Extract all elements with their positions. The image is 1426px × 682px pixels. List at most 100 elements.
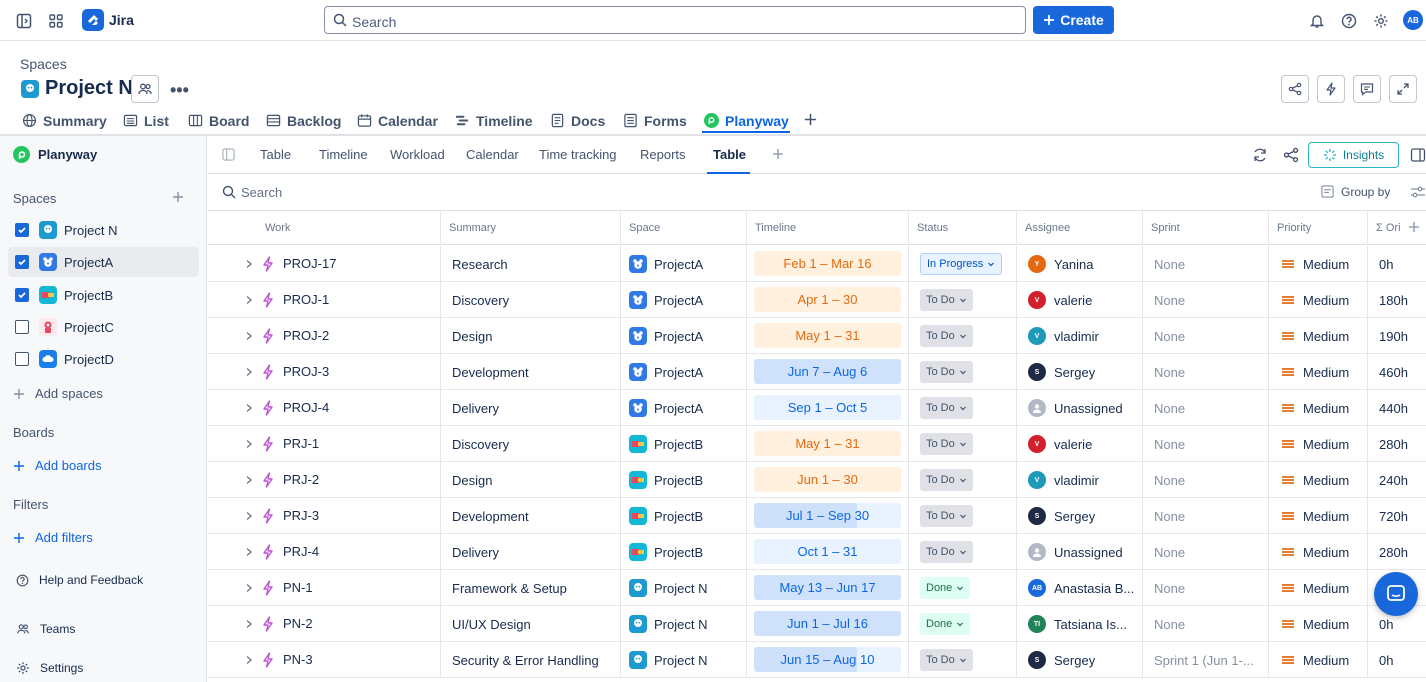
original-estimate-cell[interactable]: 440h [1368,390,1426,426]
app-name[interactable]: Jira [109,12,134,28]
summary-cell[interactable]: Security & Error Handling [441,642,621,678]
table-row[interactable]: PRJ-1 Discovery ProjectB May 1 – 31 To D… [208,426,1426,462]
issue-key[interactable]: PROJ-1 [283,292,329,307]
status-dropdown[interactable]: To Do [920,397,973,419]
timeline-bar[interactable]: Jun 15 – Aug 10 [754,647,901,672]
status-dropdown[interactable]: To Do [920,469,973,491]
status-dropdown[interactable]: In Progress [920,253,1003,275]
checkbox-checked-icon[interactable] [15,288,29,302]
timeline-bar[interactable]: Jul 1 – Sep 30 [754,503,901,528]
expand-chevron-icon[interactable] [245,295,253,305]
table-row[interactable]: PROJ-17 Research ProjectA Feb 1 – Mar 16… [208,246,1426,282]
priority-cell[interactable]: Medium [1269,426,1368,462]
table-row[interactable]: PRJ-3 Development ProjectB Jul 1 – Sep 3… [208,498,1426,534]
tab-summary[interactable]: Summary [22,113,107,135]
table-row[interactable]: PROJ-2 Design ProjectA May 1 – 31 To Do … [208,318,1426,354]
help-feedback-link[interactable]: Help and Feedback [16,573,143,587]
chat-support-button[interactable] [1374,572,1418,616]
summary-cell[interactable]: Discovery [441,282,621,318]
summary-cell[interactable]: Design [441,318,621,354]
subtab-timeline[interactable]: Timeline [319,147,368,162]
summary-cell[interactable]: Development [441,354,621,390]
status-dropdown[interactable]: Done [920,577,971,599]
issue-key[interactable]: PROJ-2 [283,328,329,343]
expand-chevron-icon[interactable] [245,547,253,557]
checkbox-unchecked-icon[interactable] [15,320,29,334]
assignee-cell[interactable]: S Sergey [1017,354,1143,390]
expand-chevron-icon[interactable] [245,475,253,485]
status-dropdown[interactable]: To Do [920,289,973,311]
priority-cell[interactable]: Medium [1269,498,1368,534]
assignee-cell[interactable]: TI Tatsiana Is... [1017,606,1143,642]
table-search-input[interactable]: Search [241,185,282,200]
table-row[interactable]: PRJ-4 Delivery ProjectB Oct 1 – 31 To Do… [208,534,1426,570]
expand-chevron-icon[interactable] [245,655,253,665]
subtab-table[interactable]: Table [260,147,291,162]
expand-chevron-icon[interactable] [245,403,253,413]
timeline-bar[interactable]: May 1 – 31 [754,323,901,348]
priority-cell[interactable]: Medium [1269,642,1368,678]
original-estimate-cell[interactable]: 0h [1368,246,1426,282]
original-estimate-cell[interactable]: 240h [1368,462,1426,498]
summary-cell[interactable]: Delivery [441,534,621,570]
column-header-timeline[interactable]: Timeline [747,211,909,245]
create-button[interactable]: Create [1033,6,1114,34]
sprint-cell[interactable]: Sprint 1 (Jun 1-... [1143,642,1269,678]
issue-key[interactable]: PROJ-17 [283,256,336,271]
add-space-plus-icon[interactable] [172,191,184,203]
priority-cell[interactable]: Medium [1269,570,1368,606]
timeline-bar[interactable]: Feb 1 – Mar 16 [754,251,901,276]
expand-chevron-icon[interactable] [245,331,253,341]
expand-chevron-icon[interactable] [245,619,253,629]
app-switcher-icon[interactable] [45,10,67,32]
tab-backlog[interactable]: Backlog [266,113,341,135]
add-boards-link[interactable]: Add boards [13,458,102,473]
expand-chevron-icon[interactable] [245,439,253,449]
subtab-table-active[interactable]: Table [713,147,746,162]
space-item-projectc[interactable]: ProjectC [8,312,199,342]
panel-toggle-icon[interactable] [1410,147,1426,163]
assignee-cell[interactable]: Vvladimir [1017,462,1143,498]
subtab-workload[interactable]: Workload [390,147,445,162]
add-tab-plus-icon[interactable] [803,112,818,134]
sprint-cell[interactable]: None [1143,534,1269,570]
timeline-bar[interactable]: Jun 7 – Aug 6 [754,359,901,384]
column-header-work[interactable]: Work [208,211,441,245]
priority-cell[interactable]: Medium [1269,318,1368,354]
user-avatar[interactable]: AB [1403,10,1423,30]
timeline-bar[interactable]: Jun 1 – 30 [754,467,901,492]
status-dropdown[interactable]: To Do [920,505,973,527]
original-estimate-cell[interactable]: 190h [1368,318,1426,354]
summary-cell[interactable]: Development [441,498,621,534]
checkbox-unchecked-icon[interactable] [15,352,29,366]
issue-key[interactable]: PROJ-4 [283,400,329,415]
timeline-bar[interactable]: Oct 1 – 31 [754,539,901,564]
original-estimate-cell[interactable]: 0h [1368,642,1426,678]
sprint-cell[interactable]: None [1143,282,1269,318]
priority-cell[interactable]: Medium [1269,246,1368,282]
teams-link[interactable]: Teams [16,622,75,636]
planyway-app-title[interactable]: Planyway [13,146,97,163]
notifications-bell-icon[interactable] [1306,10,1328,32]
sidebar-toggle-icon[interactable] [13,10,35,32]
settings-gear-icon[interactable] [1370,10,1392,32]
add-spaces-link[interactable]: Add spaces [13,386,103,401]
assignee-cell[interactable]: Vvalerie [1017,282,1143,318]
table-row[interactable]: PROJ-4 Delivery ProjectA Sep 1 – Oct 5 T… [208,390,1426,426]
sprint-cell[interactable]: None [1143,426,1269,462]
subtab-time-tracking[interactable]: Time tracking [539,147,617,162]
sprint-cell[interactable]: None [1143,390,1269,426]
timeline-bar[interactable]: Jun 1 – Jul 16 [754,611,901,636]
settings-link[interactable]: Settings [16,661,83,675]
feedback-button[interactable] [1353,75,1381,103]
summary-cell[interactable]: Framework & Setup [441,570,621,606]
subtab-reports[interactable]: Reports [640,147,686,162]
timeline-bar[interactable]: Apr 1 – 30 [754,287,901,312]
priority-cell[interactable]: Medium [1269,390,1368,426]
sprint-cell[interactable]: None [1143,462,1269,498]
issue-key[interactable]: PN-1 [283,580,313,595]
status-dropdown[interactable]: To Do [920,541,973,563]
space-item-project-n[interactable]: Project N [8,215,199,245]
table-row[interactable]: PROJ-3 Development ProjectA Jun 7 – Aug … [208,354,1426,390]
fullscreen-button[interactable] [1389,75,1417,103]
